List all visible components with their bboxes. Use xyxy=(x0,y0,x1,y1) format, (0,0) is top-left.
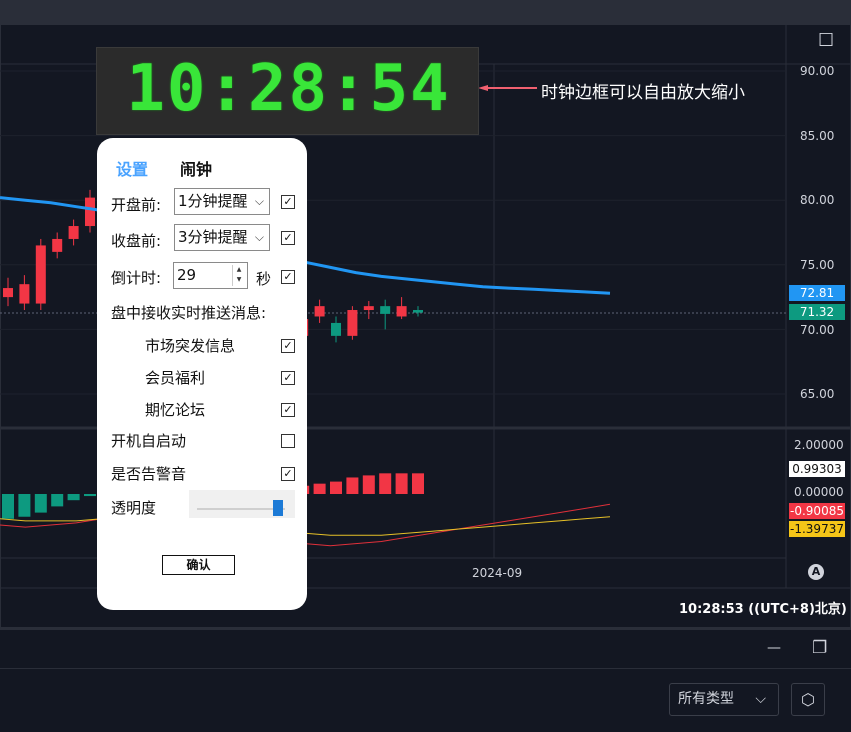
push-benefits-checkbox[interactable]: ✓ xyxy=(281,371,295,385)
macd-bar xyxy=(412,473,424,494)
price-tick: 80.00 xyxy=(800,193,835,207)
last-price-badge: 71.32 xyxy=(789,304,845,320)
slider-track xyxy=(197,508,285,510)
spin-down-icon[interactable]: ▼ xyxy=(233,275,245,285)
settings-dialog: 设置 闹钟 开盘前: 1分钟提醒 ⌵ ✓ 收盘前: 3分钟提醒 ⌵ ✓ 倒计时: 2… xyxy=(97,138,307,610)
pre-close-checkbox[interactable]: ✓ xyxy=(281,231,295,245)
macd-bar xyxy=(51,494,64,507)
ma-price-badge: 72.81 xyxy=(789,285,845,301)
push-item-market: 市场突发信息 xyxy=(145,337,236,355)
candle-body xyxy=(85,197,95,227)
macd-bar xyxy=(330,481,342,494)
price-tick: 90.00 xyxy=(800,64,835,78)
macd-bar xyxy=(362,475,375,494)
macd-tick: 2.00000 xyxy=(794,438,844,452)
candle-body xyxy=(52,238,63,252)
bottom-panel xyxy=(0,628,851,732)
opacity-label: 透明度 xyxy=(111,499,157,517)
candle-body xyxy=(413,310,423,313)
slider-thumb[interactable] xyxy=(273,500,283,516)
macd-tick: 0.00000 xyxy=(794,485,844,499)
restore-icon[interactable]: ❐ xyxy=(812,638,827,658)
candle-body xyxy=(363,306,374,311)
hexagon-icon: ⬡ xyxy=(801,690,815,709)
candle-body xyxy=(396,306,407,317)
settings-hex-button[interactable]: ⬡ xyxy=(791,683,825,716)
annotation-text: 时钟边框可以自由放大缩小 xyxy=(541,83,745,103)
macd-value-badge: 0.99303 xyxy=(789,461,845,477)
push-label: 盘中接收实时推送消息: xyxy=(111,304,267,322)
tab-settings[interactable]: 设置 xyxy=(116,156,148,180)
candle-body xyxy=(19,284,30,304)
countdown-input[interactable]: 29 ▲ ▼ xyxy=(173,262,248,289)
opacity-slider[interactable] xyxy=(189,490,295,518)
pre-close-label: 收盘前: xyxy=(111,232,162,250)
spin-up-icon[interactable]: ▲ xyxy=(233,265,245,275)
pre-open-label: 开盘前: xyxy=(111,196,162,214)
pre-open-select[interactable]: 1分钟提醒 ⌵ xyxy=(174,188,270,215)
chevron-down-icon: ⌵ xyxy=(755,691,766,707)
push-forum-checkbox[interactable]: ✓ xyxy=(281,403,295,417)
status-time: 10:28:53 ((UTC+8)北京) xyxy=(679,602,847,617)
time-tick: 2024-09 xyxy=(472,566,523,580)
chart-window: 90.00 85.00 80.00 75.00 70.00 65.00 72.8… xyxy=(0,0,851,732)
price-tick: 65.00 xyxy=(800,387,835,401)
push-item-benefits: 会员福利 xyxy=(145,369,206,387)
macd-bar xyxy=(2,494,14,519)
alarm-sound-checkbox[interactable]: ✓ xyxy=(281,467,295,481)
pre-close-value: 3分钟提醒 xyxy=(178,228,248,246)
pre-close-select[interactable]: 3分钟提醒 ⌵ xyxy=(174,224,270,251)
chevron-down-icon: ⌵ xyxy=(254,194,264,208)
price-tick: 70.00 xyxy=(800,323,835,337)
type-filter-value: 所有类型 xyxy=(678,691,734,707)
candle-body xyxy=(3,288,13,298)
pre-open-value: 1分钟提醒 xyxy=(178,192,248,210)
clock-time: 10:28:54 xyxy=(126,52,451,126)
auto-scale-button[interactable]: A xyxy=(808,564,824,580)
macd-bar xyxy=(346,477,359,494)
dif-value-badge: -0.90085 xyxy=(789,503,845,519)
macd-bar xyxy=(379,473,392,494)
countdown-label: 倒计时: xyxy=(111,269,162,287)
candle-body xyxy=(331,322,341,336)
dea-value-badge: -1.39737 xyxy=(789,521,845,537)
push-item-forum: 期忆论坛 xyxy=(145,401,206,419)
divider xyxy=(0,668,851,669)
autostart-label: 开机自启动 xyxy=(111,432,187,450)
price-tick: 75.00 xyxy=(800,258,835,272)
macd-bar xyxy=(84,494,96,497)
digital-clock[interactable]: 10:28:54 xyxy=(96,47,479,135)
confirm-button[interactable]: 确认 xyxy=(162,555,235,575)
macd-bar xyxy=(34,494,47,513)
type-filter-select[interactable]: 所有类型 ⌵ xyxy=(669,683,779,716)
candle-body xyxy=(380,306,391,314)
countdown-unit: 秒 xyxy=(256,270,272,288)
minimize-icon[interactable]: — xyxy=(767,640,781,656)
maximize-icon[interactable]: ☐ xyxy=(818,30,834,51)
alarm-sound-label: 是否告警音 xyxy=(111,465,187,483)
candle-body xyxy=(314,306,325,317)
autostart-checkbox[interactable] xyxy=(281,434,295,448)
chevron-down-icon: ⌵ xyxy=(254,230,264,244)
macd-bar xyxy=(18,494,31,517)
macd-bar xyxy=(67,494,80,501)
candle-body xyxy=(347,310,358,336)
price-tick: 85.00 xyxy=(800,129,835,143)
candle-body xyxy=(68,226,79,239)
push-market-checkbox[interactable]: ✓ xyxy=(281,339,295,353)
candle-body xyxy=(35,245,46,304)
countdown-value: 29 xyxy=(177,266,197,284)
pre-open-checkbox[interactable]: ✓ xyxy=(281,195,295,209)
macd-bar xyxy=(313,483,326,494)
countdown-checkbox[interactable]: ✓ xyxy=(281,270,295,284)
spin-arrows-icon[interactable]: ▲ ▼ xyxy=(232,265,245,286)
tab-alarm[interactable]: 闹钟 xyxy=(180,156,212,180)
macd-bar xyxy=(395,473,408,494)
